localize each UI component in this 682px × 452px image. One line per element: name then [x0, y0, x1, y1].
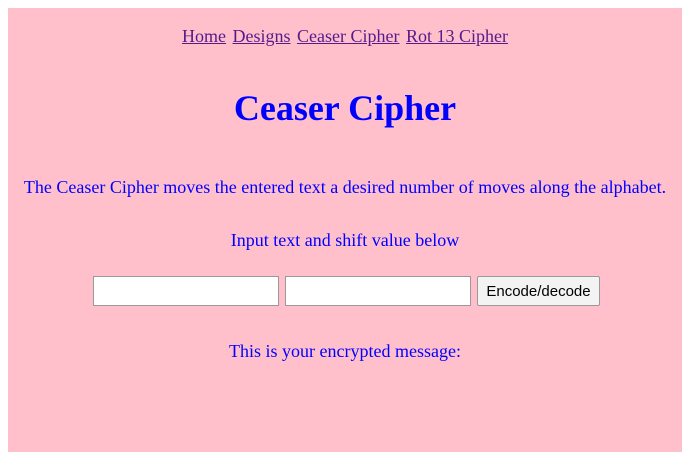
message-input[interactable] — [93, 276, 280, 306]
encode-decode-button[interactable]: Encode/decode — [477, 276, 600, 306]
nav-link-rot13-cipher[interactable]: Rot 13 Cipher — [406, 26, 508, 46]
result-label: This is your encrypted message: — [229, 341, 461, 361]
page-title: Ceaser Cipher — [233, 88, 457, 128]
nav-link-ceaser-cipher[interactable]: Ceaser Cipher — [297, 26, 399, 46]
nav-link-home[interactable]: Home — [182, 26, 226, 46]
nav-link-designs[interactable]: Designs — [233, 26, 291, 46]
instruction-text: Input text and shift value below — [230, 230, 460, 250]
shift-value-input[interactable] — [285, 276, 472, 306]
top-nav: Home Designs Ceaser Cipher Rot 13 Cipher — [8, 25, 682, 47]
description-text: The Ceaser Cipher moves the entered text… — [23, 177, 667, 197]
cipher-form: Encode/decode — [8, 276, 682, 306]
page-container: Home Designs Ceaser Cipher Rot 13 Cipher… — [8, 8, 682, 452]
